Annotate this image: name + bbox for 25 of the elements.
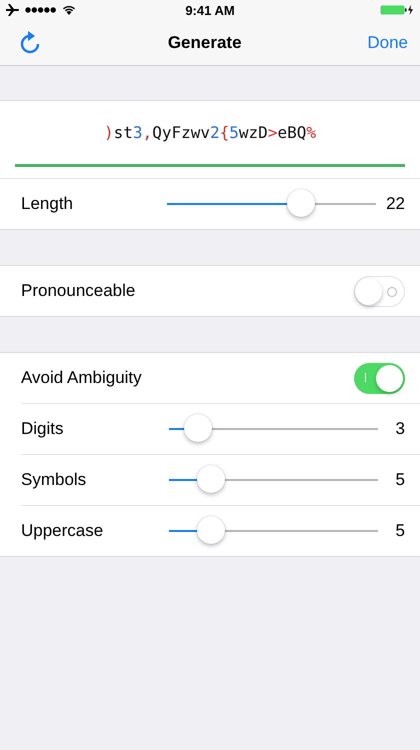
signal-icon: [25, 7, 57, 13]
slider-thumb[interactable]: [196, 465, 225, 493]
row-label: Pronounceable: [21, 281, 136, 301]
done-button[interactable]: Done: [367, 32, 408, 52]
refresh-icon[interactable]: [18, 30, 42, 54]
password-text: )st3,QyFzwv2{5wzD>eBQ%: [103, 122, 317, 144]
slider-thumb[interactable]: [286, 189, 315, 217]
slider-thumb[interactable]: [196, 516, 225, 544]
slider-thumb[interactable]: [184, 414, 212, 442]
status-time: 9:41 AM: [185, 2, 235, 18]
slider-value: 22: [386, 194, 405, 214]
row-label: Digits: [21, 419, 65, 439]
slider-value: 5: [394, 521, 405, 541]
row-label: Length: [21, 194, 74, 214]
row-label: Symbols: [21, 470, 88, 490]
slider-value: 5: [394, 470, 405, 490]
nav-title: Generate: [168, 32, 242, 52]
slider-value: 3: [394, 419, 405, 439]
wifi-icon: [62, 5, 76, 15]
toggle-switch[interactable]: [354, 276, 405, 306]
toggle-switch[interactable]: [354, 362, 405, 394]
row-label: Avoid Ambiguity: [21, 368, 142, 388]
row-label: Uppercase: [21, 521, 104, 541]
battery-icon: [380, 4, 414, 16]
airplane-icon: [6, 4, 20, 16]
